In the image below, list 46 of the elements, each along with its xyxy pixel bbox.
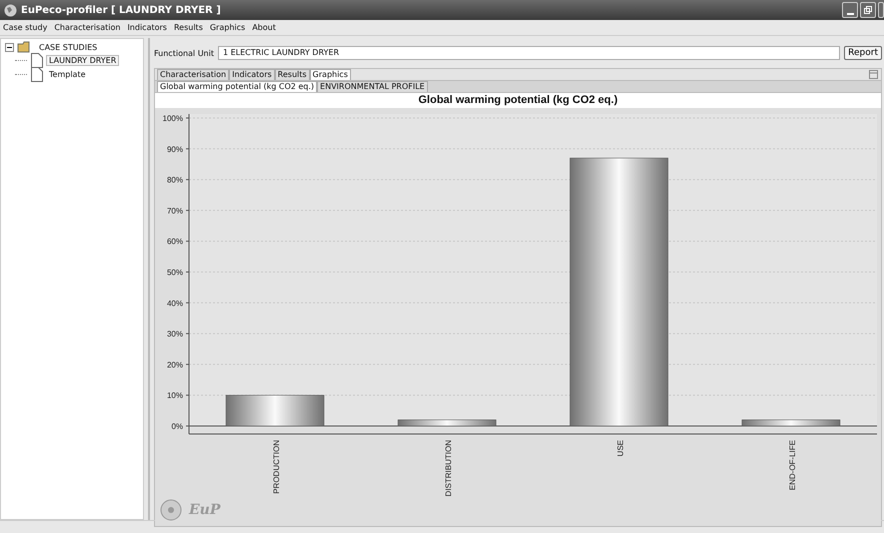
tab[interactable]: Global warming potential (kg CO2 eq.) (157, 81, 318, 92)
axis-tick-label: 100% (162, 114, 183, 123)
report-button[interactable]: Report (844, 46, 882, 60)
category-label: DISTRIBUTION (444, 440, 453, 496)
maximize-icon[interactable] (869, 70, 878, 79)
minimize-button[interactable] (842, 2, 858, 18)
restore-icon (863, 5, 873, 15)
axis-tick-label: 20% (166, 360, 183, 370)
close-button[interactable] (878, 2, 884, 18)
collapse-icon[interactable] (5, 42, 14, 52)
menu-item[interactable]: Case study (3, 23, 48, 32)
menu-item[interactable]: Characterisation (54, 23, 120, 32)
globe-icon (4, 4, 17, 16)
chart-title: Global warming potential (kg CO2 eq.) (155, 93, 881, 108)
menu-item[interactable]: Indicators (127, 23, 167, 32)
document-icon (30, 66, 43, 82)
logo-text: EuP (189, 502, 220, 518)
window-title: EuPeco-profiler [ LAUNDRY DRYER ] (21, 4, 221, 16)
axis-tick-label: 10% (166, 391, 183, 400)
axis-tick-label: 90% (166, 144, 183, 154)
axis-tick-label: 40% (166, 298, 183, 308)
axis-tick-label: 60% (166, 237, 183, 246)
axis-tick-label: 80% (166, 176, 183, 185)
restore-button[interactable] (860, 2, 876, 18)
document-icon (30, 52, 43, 68)
minimize-icon (846, 12, 854, 14)
tree-item[interactable]: CASE STUDIES (36, 42, 100, 52)
axis-tick-label: 50% (166, 268, 183, 277)
menu-item[interactable]: Results (174, 23, 203, 32)
axis-tick-label: 30% (166, 330, 183, 339)
tree-item[interactable]: LAUNDRY DRYER (46, 54, 120, 66)
tab[interactable]: ENVIRONMENTAL PROFILE (317, 81, 428, 92)
tab[interactable]: Indicators (229, 69, 275, 80)
category-label: PRODUCTION (272, 440, 281, 494)
tab[interactable]: Results (274, 69, 310, 80)
category-label: USE (616, 440, 625, 456)
axis-tick-label: 0% (171, 422, 183, 431)
field-label: Functional Unit (154, 48, 214, 58)
tree-item[interactable]: Template (46, 68, 89, 80)
menu-item[interactable]: Graphics (210, 23, 246, 32)
axis-tick-label: 70% (166, 206, 183, 216)
tab[interactable]: Characterisation (157, 69, 230, 80)
tab[interactable]: Graphics (310, 69, 351, 80)
category-label: END-OF-LIFE (788, 440, 797, 490)
menu-item[interactable]: About (252, 23, 276, 32)
input-field[interactable]: 1 ELECTRIC LAUNDRY DRYER (218, 46, 840, 60)
